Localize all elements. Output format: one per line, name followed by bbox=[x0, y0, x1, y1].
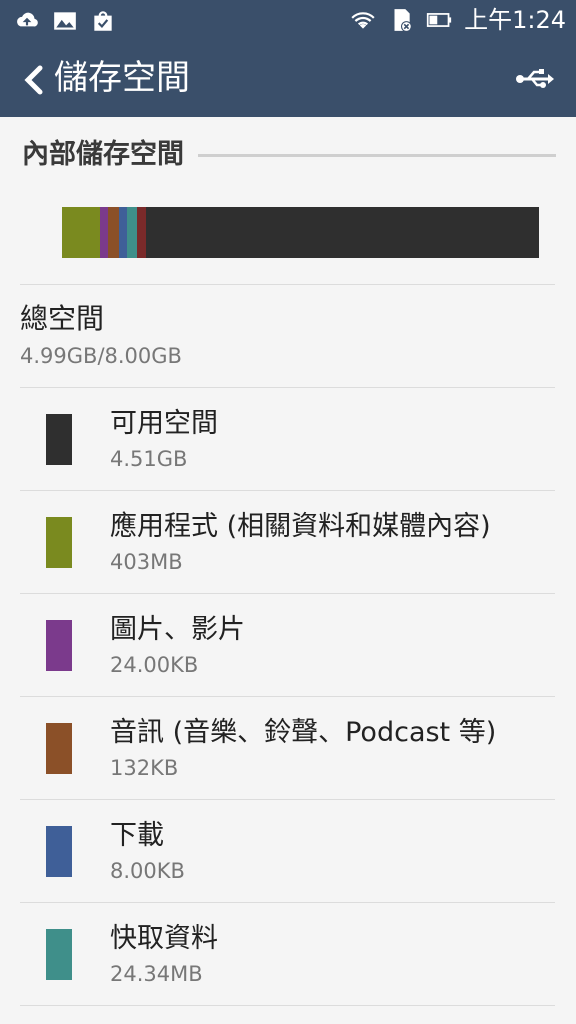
color-swatch bbox=[46, 929, 72, 980]
storage-item-label: 下載 bbox=[110, 820, 164, 851]
storage-item-value: 4.51GB bbox=[110, 447, 188, 471]
section-title: 內部儲存空間 bbox=[22, 132, 190, 171]
status-bar-system: 上午1:24 bbox=[350, 6, 566, 34]
divider bbox=[20, 1005, 555, 1006]
storage-item-available[interactable]: 可用空間 4.51GB bbox=[20, 388, 555, 491]
status-bar-notifications bbox=[14, 8, 116, 34]
storage-item-label: 應用程式 (相關資料和媒體內容) bbox=[110, 511, 491, 542]
internal-storage-header: 內部儲存空間 bbox=[22, 130, 556, 171]
total-space-value: 4.99GB/8.00GB bbox=[20, 344, 182, 368]
page-title: 儲存空間 bbox=[54, 58, 190, 98]
section-divider-line bbox=[198, 154, 556, 157]
sd-card-error-icon bbox=[394, 9, 412, 32]
divider bbox=[20, 284, 555, 285]
upload-cloud-icon bbox=[17, 12, 38, 27]
color-swatch bbox=[46, 517, 72, 568]
storage-bar-segment-downloads bbox=[118, 207, 127, 258]
total-space-label: 總空間 bbox=[20, 302, 105, 335]
storage-bar-segment-pictures bbox=[99, 207, 108, 258]
storage-bar-segment-audio bbox=[107, 207, 119, 258]
storage-bar-segment-cache bbox=[126, 207, 137, 258]
chevron-left-icon[interactable] bbox=[14, 60, 54, 100]
storage-item-label: 可用空間 bbox=[110, 408, 218, 439]
wifi-icon bbox=[351, 12, 375, 29]
storage-item-value: 403MB bbox=[110, 550, 183, 574]
storage-bar-segment-misc bbox=[136, 207, 147, 258]
storage-bar-segment-apps bbox=[62, 207, 100, 258]
storage-usage-bar bbox=[62, 207, 539, 258]
storage-item-value: 8.00KB bbox=[110, 859, 185, 883]
storage-item-label: 快取資料 bbox=[110, 923, 218, 954]
storage-item-pictures-videos[interactable]: 圖片、影片 24.00KB bbox=[20, 594, 555, 697]
status-clock: 上午1:24 bbox=[464, 6, 566, 34]
battery-icon bbox=[426, 13, 452, 27]
storage-item-audio[interactable]: 音訊 (音樂、鈴聲、Podcast 等) 132KB bbox=[20, 697, 555, 800]
image-icon bbox=[54, 12, 76, 30]
storage-item-label: 音訊 (音樂、鈴聲、Podcast 等) bbox=[110, 717, 497, 748]
status-bar: 上午1:24 bbox=[0, 0, 576, 42]
storage-item-cache[interactable]: 快取資料 24.34MB bbox=[20, 903, 555, 1006]
color-swatch bbox=[46, 826, 72, 877]
bag-check-icon bbox=[94, 11, 112, 31]
storage-item-value: 132KB bbox=[110, 756, 179, 780]
storage-item-label: 圖片、影片 bbox=[110, 614, 245, 645]
color-swatch bbox=[46, 723, 72, 774]
color-swatch bbox=[46, 414, 72, 465]
storage-item-downloads[interactable]: 下載 8.00KB bbox=[20, 800, 555, 903]
usb-icon[interactable] bbox=[514, 64, 554, 94]
total-space-row: 總空間 4.99GB/8.00GB bbox=[20, 300, 182, 370]
storage-item-value: 24.34MB bbox=[110, 962, 203, 986]
storage-item-value: 24.00KB bbox=[110, 653, 199, 677]
storage-item-apps[interactable]: 應用程式 (相關資料和媒體內容) 403MB bbox=[20, 491, 555, 594]
color-swatch bbox=[46, 620, 72, 671]
app-toolbar: 儲存空間 bbox=[0, 42, 576, 117]
storage-bar-segment-available bbox=[146, 207, 539, 258]
